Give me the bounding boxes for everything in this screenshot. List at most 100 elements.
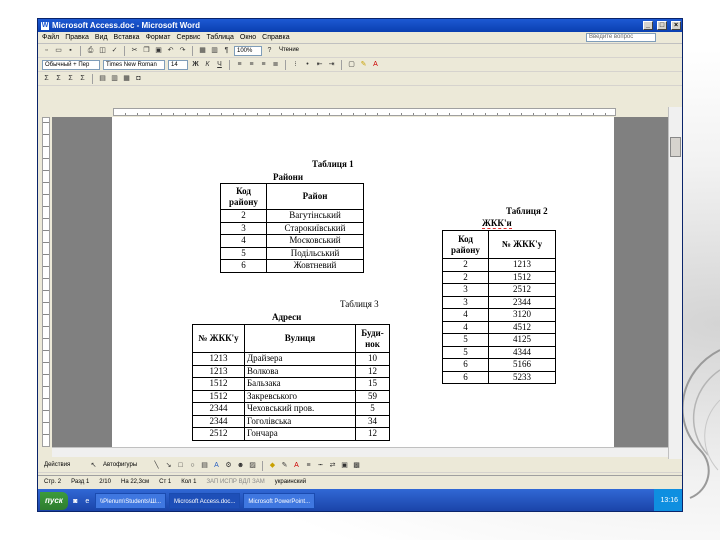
new-document-icon[interactable]: ▫ <box>42 46 51 55</box>
sum-icon-3[interactable]: Σ <box>66 74 75 83</box>
task-powerpoint[interactable]: Microsoft PowerPoint... <box>243 493 316 509</box>
menu-window[interactable]: Окно <box>240 34 256 41</box>
arrow-style-icon[interactable]: ⇄ <box>328 461 337 470</box>
menu-edit[interactable]: Правка <box>65 34 89 41</box>
preview-icon[interactable]: ◫ <box>98 46 107 55</box>
fill-color-icon[interactable]: ◆ <box>268 461 277 470</box>
style-select[interactable]: Обычный + Пер <box>42 59 100 70</box>
copy-icon[interactable]: ❐ <box>142 46 151 55</box>
dash-style-icon[interactable]: ┅ <box>316 461 325 470</box>
minimize-button[interactable]: _ <box>643 21 653 30</box>
align-left-icon[interactable]: ≡ <box>235 60 244 69</box>
columns-icon[interactable]: ▥ <box>210 46 219 55</box>
arrow-icon[interactable]: ↘ <box>164 461 173 470</box>
sum-icon-2[interactable]: Σ <box>54 74 63 83</box>
font-select[interactable]: Times New Roman <box>103 59 165 70</box>
form-icon[interactable]: ◘ <box>134 74 143 83</box>
menu-help[interactable]: Справка <box>262 34 289 41</box>
spelling-icon[interactable]: ✓ <box>110 46 119 55</box>
align-right-icon[interactable]: ≡ <box>259 60 268 69</box>
select-objects-icon[interactable]: ↖ <box>89 461 98 470</box>
menu-format[interactable]: Формат <box>146 34 171 41</box>
highlight-icon[interactable]: ✎ <box>359 60 368 69</box>
bullets-icon[interactable]: • <box>303 60 312 69</box>
table-cell: Закревського <box>244 389 356 403</box>
menu-table[interactable]: Таблица <box>206 34 233 41</box>
horizontal-scrollbar[interactable] <box>52 447 668 457</box>
task-explorer[interactable]: \\Plenum\Students\Ш... <box>94 493 167 509</box>
table-row: 2 Вагутінський <box>220 209 364 223</box>
grid-icon[interactable]: ▦ <box>122 74 131 83</box>
help-search-input[interactable]: Введите вопрос <box>586 33 656 42</box>
vertical-scrollbar[interactable] <box>668 107 682 459</box>
textbox-icon[interactable]: ▤ <box>200 461 209 470</box>
picture-icon[interactable]: ▨ <box>248 461 257 470</box>
table1: Код району Район 2 Вагутінський 3 Старокиїв… <box>220 183 364 273</box>
table-icon[interactable]: ▦ <box>198 46 207 55</box>
redo-icon[interactable]: ↷ <box>178 46 187 55</box>
sum-icon[interactable]: Σ <box>42 74 51 83</box>
table-row: 1213 Волкова 12 <box>192 364 390 378</box>
table-row: 3 2512 <box>442 283 556 297</box>
align-center-icon[interactable]: ≡ <box>247 60 256 69</box>
italic-icon[interactable]: К <box>203 60 212 69</box>
underline-icon[interactable]: Ч <box>215 60 224 69</box>
read-button[interactable]: Чтение <box>277 46 313 56</box>
menu-tools[interactable]: Сервис <box>176 34 200 41</box>
border-icon[interactable]: ▢ <box>347 60 356 69</box>
line-icon[interactable]: ╲ <box>152 461 161 470</box>
task-word[interactable]: Microsoft Access.doc... <box>169 493 241 509</box>
paste-icon[interactable]: ▣ <box>154 46 163 55</box>
menu-view[interactable]: Вид <box>95 34 108 41</box>
save-icon[interactable]: ▪ <box>66 46 75 55</box>
size-select[interactable]: 14 <box>168 59 188 70</box>
bold-icon[interactable]: Ж <box>191 60 200 69</box>
cut-icon[interactable]: ✂ <box>130 46 139 55</box>
vertical-scroll-thumb[interactable] <box>670 137 681 157</box>
horizontal-ruler[interactable] <box>113 108 616 116</box>
paragraph-icon[interactable]: ¶ <box>222 46 231 55</box>
zoom-select[interactable]: 100% <box>234 45 262 56</box>
print-icon[interactable]: ⎙ <box>86 46 95 55</box>
rectangle-icon[interactable]: □ <box>176 461 185 470</box>
table-row: 2 1512 <box>442 270 556 284</box>
document-page[interactable]: Таблиця 1 Райони Код району Район 2 Вагут… <box>112 117 614 447</box>
quicklaunch-icon[interactable]: ◙ <box>71 497 80 506</box>
table-cell: 4125 <box>488 333 556 347</box>
font-color-icon[interactable]: A <box>371 60 380 69</box>
wordart-icon[interactable]: A <box>212 461 221 470</box>
actions-menu[interactable]: Действия <box>42 461 86 471</box>
clipart-icon[interactable]: ☻ <box>236 461 245 470</box>
table-cell: 1512 <box>488 270 556 284</box>
outdent-icon[interactable]: ⇤ <box>315 60 324 69</box>
menu-insert[interactable]: Вставка <box>114 34 140 41</box>
numbering-icon[interactable]: ⁝ <box>291 60 300 69</box>
menu-file[interactable]: Файл <box>42 34 59 41</box>
line-color-icon[interactable]: ✎ <box>280 461 289 470</box>
sum-icon-4[interactable]: Σ <box>78 74 87 83</box>
vertical-ruler[interactable] <box>42 117 50 447</box>
start-button[interactable]: пуск <box>40 492 68 510</box>
maximize-button[interactable]: □ <box>657 21 667 30</box>
oval-icon[interactable]: ○ <box>188 461 197 470</box>
indent-icon[interactable]: ⇥ <box>327 60 336 69</box>
open-folder-icon[interactable]: ▭ <box>54 46 63 55</box>
help-icon[interactable]: ? <box>265 46 274 55</box>
3d-icon[interactable]: ▩ <box>352 461 361 470</box>
table1-title: Райони <box>273 172 304 182</box>
table-row: 2 1213 <box>442 258 556 272</box>
sheet-icon[interactable]: ▥ <box>110 74 119 83</box>
autoshapes-menu[interactable]: Автофигуры <box>101 461 149 471</box>
diagram-icon[interactable]: ⚙ <box>224 461 233 470</box>
table-cell: Бальзака <box>244 377 356 391</box>
table-cell: 5166 <box>488 358 556 372</box>
undo-icon[interactable]: ↶ <box>166 46 175 55</box>
calc-icon[interactable]: ▤ <box>98 74 107 83</box>
close-button[interactable]: × <box>671 21 681 30</box>
shadow-icon[interactable]: ▣ <box>340 461 349 470</box>
line-style-icon[interactable]: ≡ <box>304 461 313 470</box>
quicklaunch-ie-icon[interactable]: e <box>83 497 92 506</box>
justify-icon[interactable]: ≣ <box>271 60 280 69</box>
draw-font-color-icon[interactable]: A <box>292 461 301 470</box>
table-cell: 12 <box>355 364 390 378</box>
